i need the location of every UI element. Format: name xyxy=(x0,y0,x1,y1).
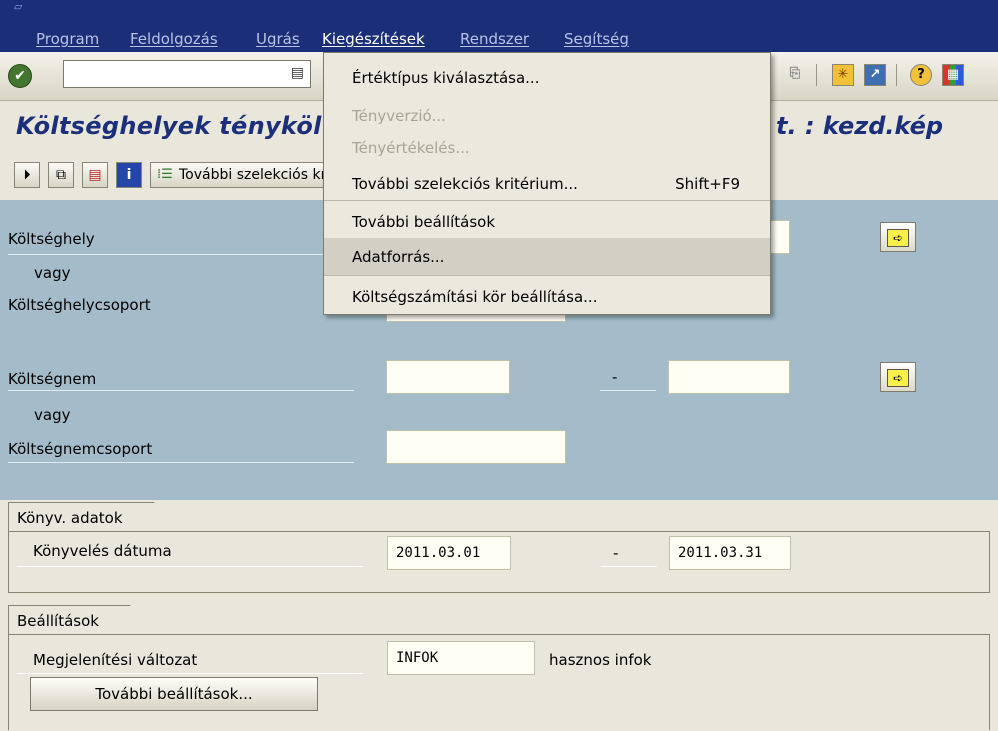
settings-group-title: Beállítások xyxy=(8,605,152,635)
label-underline xyxy=(8,254,354,255)
menu-ugras[interactable]: Ugrás xyxy=(256,30,300,48)
posting-data-group: Könyvelés dátuma 2011.03.01 - 2011.03.31 xyxy=(8,531,990,593)
label-underline xyxy=(601,566,657,567)
create-shortcut-icon[interactable]: ⎘ xyxy=(784,64,806,86)
toolbar-separator xyxy=(896,64,897,86)
menu-program[interactable]: Program xyxy=(36,30,99,48)
menu-segitseg[interactable]: Segítség xyxy=(564,30,629,48)
menu-item-label: Értéktípus kiválasztása... xyxy=(352,69,540,87)
menu-item-value-type[interactable]: Értéktípus kiválasztása... xyxy=(324,59,770,97)
menu-item-more-selection-criteria[interactable]: További szelekciós kritérium... Shift+F9 xyxy=(324,165,770,203)
page-title-suffix: t. : kezd.kép xyxy=(776,112,944,140)
arrow-right-icon: ➪ xyxy=(887,229,909,247)
posting-data-group-title: Könyv. adatok xyxy=(8,502,176,532)
new-session-icon[interactable]: ✳ xyxy=(832,64,854,86)
layout-field[interactable]: INFOK xyxy=(387,641,535,675)
get-variant-icon[interactable]: ⧉ xyxy=(48,162,74,188)
label-underline xyxy=(17,673,363,674)
cost-element-to-field[interactable] xyxy=(668,360,790,394)
menu-item-label: További beállítások xyxy=(352,213,496,231)
cost-element-group-field[interactable] xyxy=(386,430,566,464)
command-field[interactable]: ▤ xyxy=(63,60,311,88)
label-underline xyxy=(8,462,354,463)
menu-item-shortcut: Shift+F9 xyxy=(675,175,740,193)
or-label-2: vagy xyxy=(34,406,71,424)
menu-separator xyxy=(324,200,770,201)
menu-rendszer[interactable]: Rendszer xyxy=(460,30,529,48)
date-range-dash: - xyxy=(613,544,619,562)
enter-check-icon[interactable]: ✔ xyxy=(8,64,32,88)
label-underline xyxy=(8,390,354,391)
or-label-1: vagy xyxy=(34,264,71,282)
menu-feldolgozas[interactable]: Feldolgozás xyxy=(130,30,218,48)
cost-center-group-label: Költséghelycsoport xyxy=(8,296,151,314)
info-icon[interactable]: i xyxy=(116,162,142,188)
extras-dropdown-menu: Értéktípus kiválasztása... Tényverzió...… xyxy=(323,52,771,315)
menu-item-actual-valuation: Tényértékelés... xyxy=(324,129,770,167)
cost-center-label: Költséghely xyxy=(8,230,95,248)
command-history-icon[interactable]: ▤ xyxy=(291,65,304,81)
menu-item-data-source[interactable]: Adatforrás... xyxy=(324,238,770,276)
label-underline xyxy=(600,390,656,391)
menu-bar: ▱ Program Feldolgozás Ugrás Kiegészítése… xyxy=(0,0,998,52)
execute-icon[interactable]: ⏵ xyxy=(14,162,40,188)
more-settings-button[interactable]: További beállítások... xyxy=(30,677,318,711)
range-dash: - xyxy=(612,368,618,386)
menu-item-more-settings[interactable]: További beállítások xyxy=(324,203,770,241)
menu-kiegeszitesek[interactable]: Kiegészítések xyxy=(322,30,425,48)
menu-separator xyxy=(324,275,770,276)
cost-element-multiple-selection-button[interactable]: ➪ xyxy=(880,362,916,392)
more-selection-criteria-button[interactable]: ⁞☰ További szelekciós kritérium xyxy=(150,162,340,188)
cost-center-multiple-selection-button[interactable]: ➪ xyxy=(880,222,916,252)
cost-element-group-label: Költségnemcsoport xyxy=(8,440,153,458)
label-underline xyxy=(17,566,363,567)
toolbar-separator xyxy=(816,64,817,86)
menu-item-controlling-area[interactable]: Költségszámítási kör beállítása... xyxy=(324,278,770,316)
layout-menu-icon[interactable]: ▦ xyxy=(942,64,964,86)
menu-item-label: További szelekciós kritérium... xyxy=(352,175,578,193)
menu-item-label: Költségszámítási kör beállítása... xyxy=(352,288,598,306)
posting-date-from-field[interactable]: 2011.03.01 xyxy=(387,536,511,570)
arrow-right-icon: ➪ xyxy=(887,369,909,387)
more-selection-criteria-label: További szelekciós kritérium xyxy=(179,167,339,183)
save-variant-icon[interactable]: ▤ xyxy=(82,162,108,188)
layout-label: Megjelenítési változat xyxy=(33,651,198,669)
cost-element-from-field[interactable] xyxy=(386,360,510,394)
posting-date-to-field[interactable]: 2011.03.31 xyxy=(669,536,791,570)
menu-item-label: Adatforrás... xyxy=(352,248,445,266)
help-icon[interactable]: ? xyxy=(910,64,932,86)
selection-criteria-icon: ⁞☰ xyxy=(157,167,173,182)
cost-element-label: Költségnem xyxy=(8,370,97,388)
window-menu-icon[interactable]: ▱ xyxy=(14,0,22,13)
menu-item-label: Tényértékelés... xyxy=(352,139,470,157)
generate-shortcut-icon[interactable]: ↗ xyxy=(864,64,886,86)
menu-item-label: Tényverzió... xyxy=(352,107,446,125)
layout-description: hasznos infok xyxy=(549,651,652,669)
posting-date-label: Könyvelés dátuma xyxy=(33,542,172,560)
page-title: Költséghelyek tényköl xyxy=(16,112,322,140)
